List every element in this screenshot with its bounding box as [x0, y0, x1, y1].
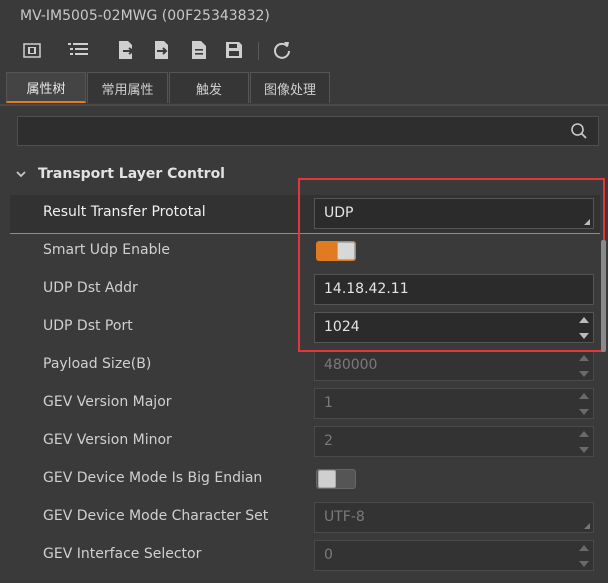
field-value: 14.18.42.11: [324, 281, 409, 297]
refresh-icon[interactable]: [270, 38, 294, 62]
tab-property-tree[interactable]: 属性树: [6, 72, 86, 103]
search-input[interactable]: [17, 116, 599, 146]
property-name: GEV Device Mode Character Set: [43, 508, 269, 524]
character-set-select: UTF-8: [314, 502, 594, 533]
property-name: GEV Version Major: [43, 394, 172, 410]
stepper-arrows-icon: [579, 544, 589, 568]
import-icon[interactable]: [114, 38, 138, 62]
property-name: Smart Udp Enable: [43, 242, 170, 258]
export-icon[interactable]: [150, 38, 174, 62]
property-name: Payload Size(B): [43, 356, 152, 372]
stepper-arrows-icon[interactable]: [579, 316, 589, 340]
stepper-arrows-icon: [579, 430, 589, 454]
property-row: Payload Size(B) 480000: [10, 347, 600, 385]
property-row: Smart Udp Enable: [10, 233, 600, 271]
toolbar: [0, 34, 608, 66]
file-icon[interactable]: [187, 38, 211, 62]
device-icon[interactable]: [20, 38, 44, 62]
field-value: 480000: [324, 357, 378, 373]
property-row: UDP Dst Addr 14.18.42.11: [10, 271, 600, 309]
property-name: GEV Interface Selector: [43, 546, 202, 562]
tab-common-properties[interactable]: 常用属性: [87, 72, 168, 103]
title-bar: MV-IM5005-02MWG (00F25343832): [0, 0, 608, 34]
property-row: GEV Interface Selector 0: [10, 537, 600, 575]
toggle-knob: [318, 470, 336, 488]
stepper-arrows-icon: [579, 392, 589, 416]
field-value: 2: [324, 433, 333, 449]
field-value: 1: [324, 395, 333, 411]
select-value: UTF-8: [324, 509, 365, 525]
tab-trigger[interactable]: 触发: [169, 72, 249, 103]
search-icon[interactable]: [570, 122, 588, 144]
udp-dst-addr-field[interactable]: 14.18.42.11: [314, 274, 594, 305]
tab-image-processing[interactable]: 图像处理: [250, 72, 330, 103]
field-value: 0: [324, 547, 333, 563]
field-value: 1024: [324, 319, 360, 335]
window-title: MV-IM5005-02MWG (00F25343832): [20, 8, 270, 24]
property-row: GEV Device Mode Is Big Endian: [10, 461, 600, 499]
smart-udp-enable-toggle[interactable]: [316, 241, 356, 261]
property-row: GEV Version Minor 2: [10, 423, 600, 461]
gev-version-minor-stepper: 2: [314, 426, 594, 457]
property-row: GEV Version Major 1: [10, 385, 600, 423]
payload-size-stepper: 480000: [314, 350, 594, 381]
property-row: GEV Device Mode Character Set UTF-8: [10, 499, 600, 537]
property-name: Result Transfer Prototal: [43, 204, 206, 220]
select-value: UDP: [324, 205, 354, 221]
toggle-knob: [337, 242, 355, 260]
gev-interface-selector-stepper: 0: [314, 540, 594, 571]
chevron-down-icon[interactable]: [14, 167, 28, 185]
property-name: GEV Device Mode Is Big Endian: [43, 470, 263, 486]
property-name: GEV Version Minor: [43, 432, 172, 448]
gev-version-major-stepper: 1: [314, 388, 594, 419]
dropdown-arrow-icon: [584, 219, 590, 225]
stepper-arrows-icon: [579, 354, 589, 378]
section-transport-layer-control[interactable]: Transport Layer Control: [0, 158, 600, 192]
property-name: UDP Dst Port: [43, 318, 133, 334]
section-title: Transport Layer Control: [38, 166, 225, 182]
toolbar-divider: [258, 42, 259, 60]
dropdown-arrow-icon: [584, 523, 590, 529]
tab-bar: 属性树 常用属性 触发 图像处理: [0, 72, 608, 106]
property-name: UDP Dst Addr: [43, 280, 138, 296]
big-endian-toggle: [316, 469, 356, 489]
property-row: UDP Dst Port 1024: [10, 309, 600, 347]
save-icon[interactable]: [222, 38, 246, 62]
udp-dst-port-stepper[interactable]: 1024: [314, 312, 594, 343]
result-transfer-protocol-select[interactable]: UDP: [314, 198, 594, 229]
scrollbar[interactable]: [601, 240, 606, 352]
list-icon[interactable]: [66, 38, 90, 62]
property-row[interactable]: Result Transfer Prototal UDP: [10, 195, 600, 234]
